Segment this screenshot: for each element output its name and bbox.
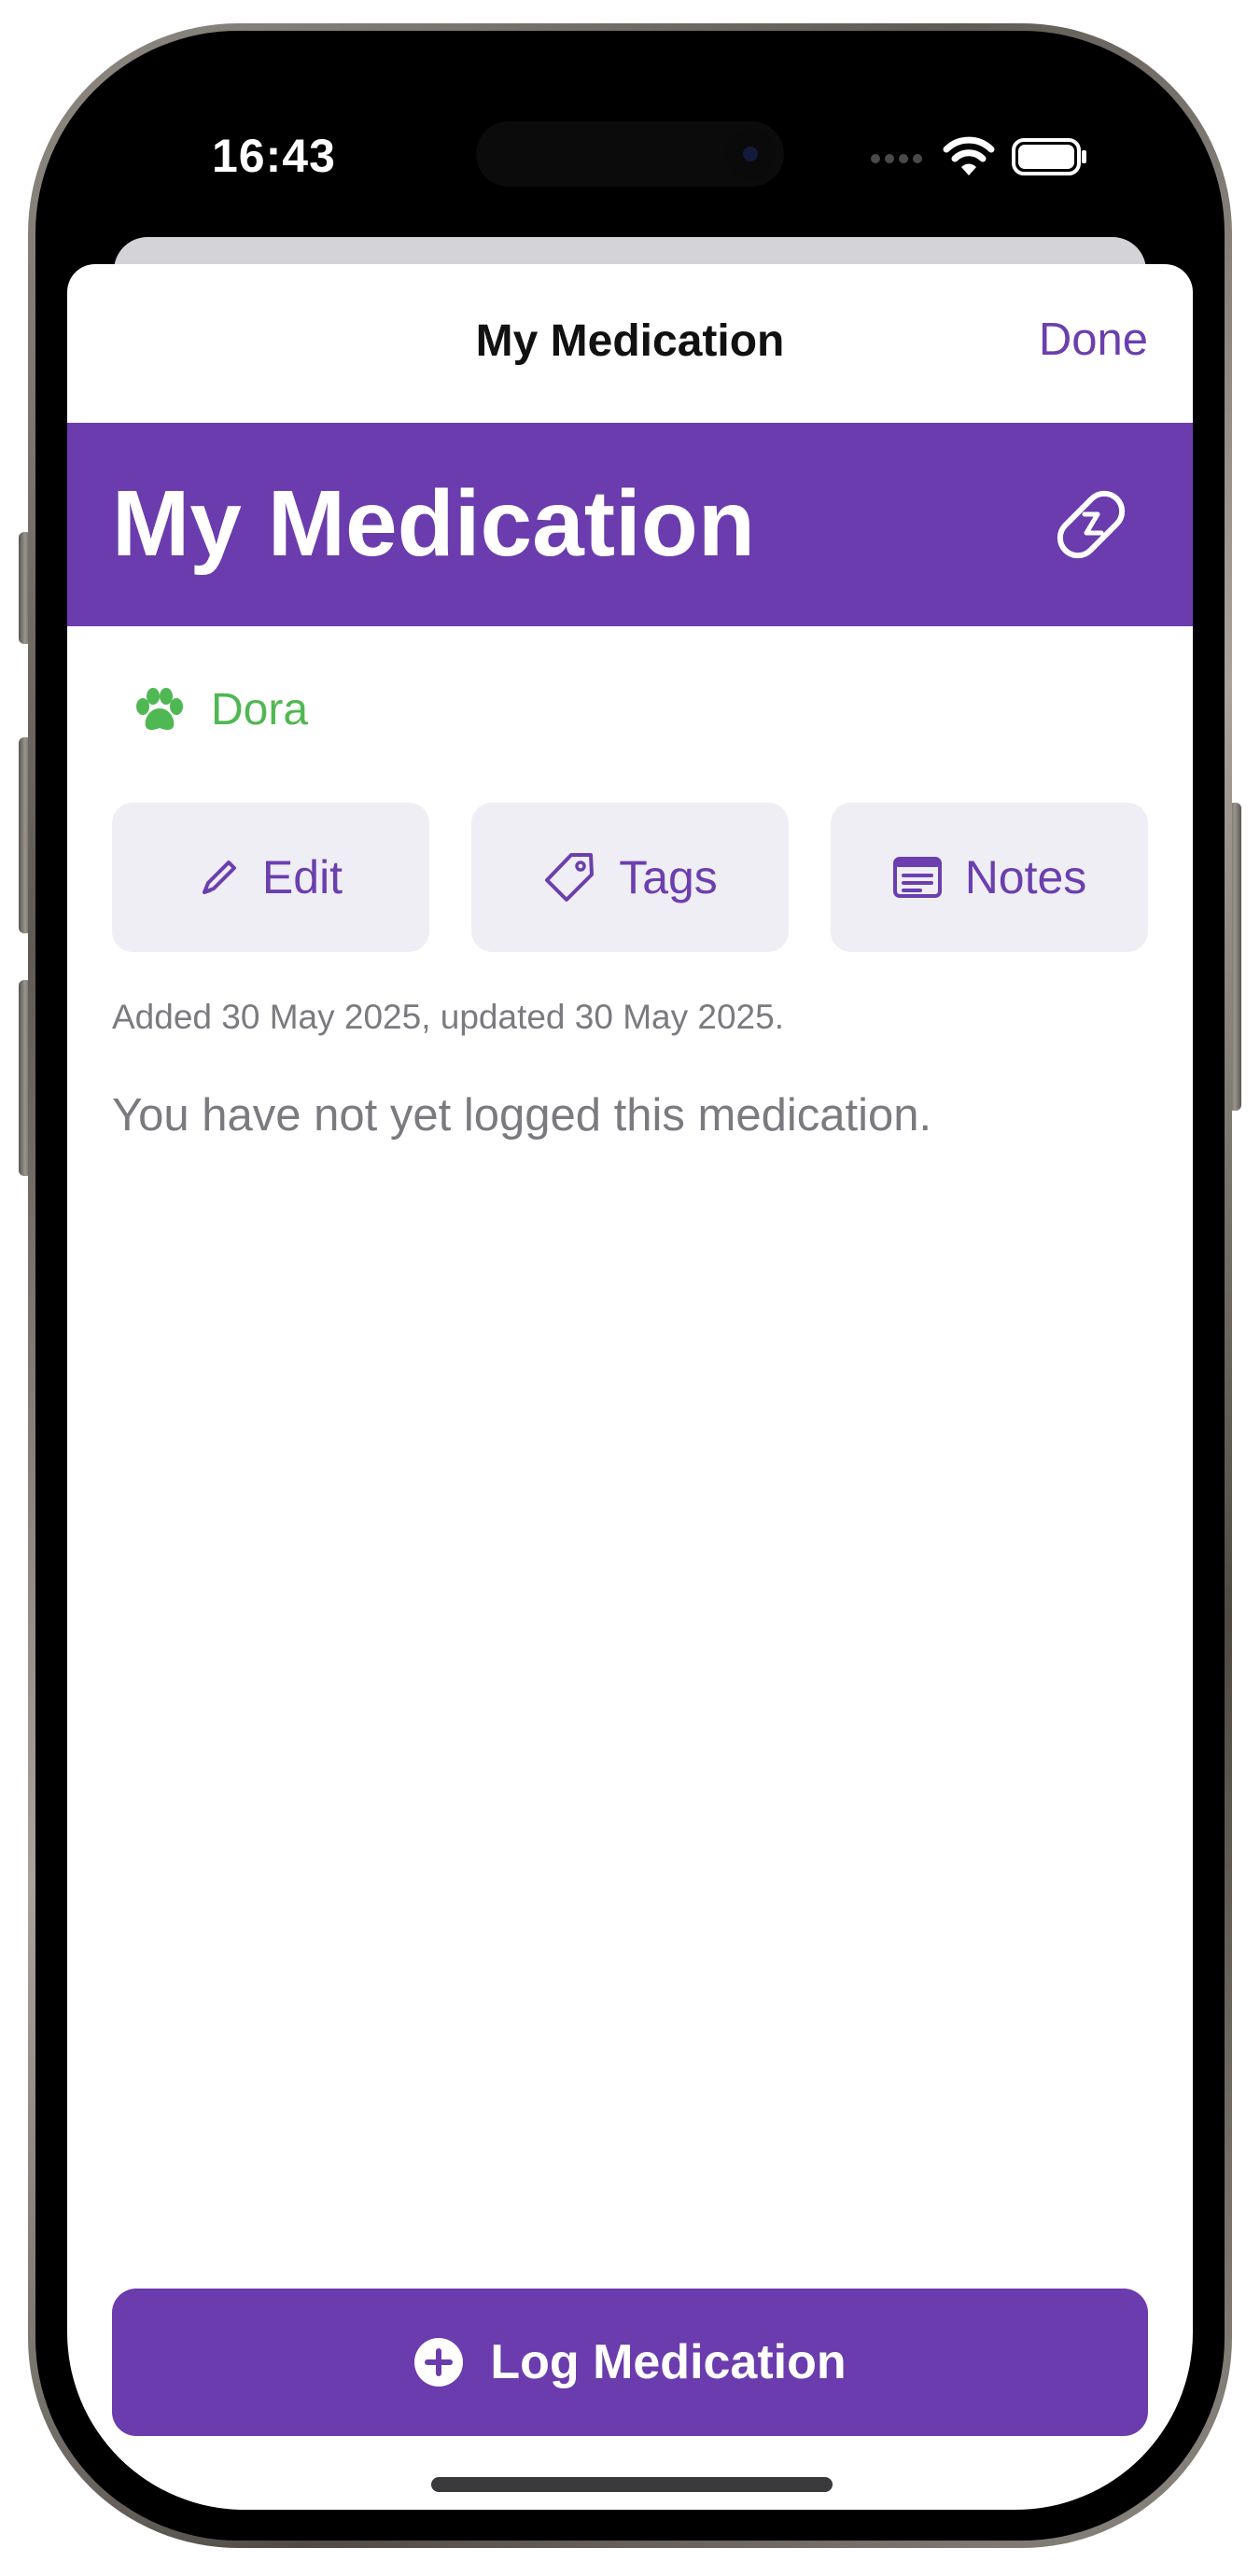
tags-label: Tags [619,851,718,903]
front-camera [725,129,776,179]
plus-circle-icon [414,2338,464,2387]
page-title: My Medication [112,471,755,576]
notes-icon [892,857,942,898]
status-time: 16:43 [212,130,336,182]
medication-header: My Medication [67,423,1193,626]
pencil-icon [202,861,236,894]
edit-button[interactable]: Edit [112,803,429,952]
medication-sheet: My Medication Done My Medication Dora Ed… [67,264,1193,2510]
screen: 16:43 My Medication Done My Medication D… [67,63,1193,2510]
tags-button[interactable]: Tags [471,803,789,952]
done-button[interactable]: Done [1039,314,1148,366]
paw-icon [136,687,183,730]
edit-label: Edit [261,851,343,903]
pill-icon [1057,490,1126,559]
battery-icon [1012,138,1086,175]
log-medication-label: Log Medication [490,2335,847,2389]
added-updated-text: Added 30 May 2025, updated 30 May 2025. [112,998,784,1036]
pet-row[interactable]: Dora [134,684,308,735]
pet-name: Dora [211,685,309,735]
notes-button[interactable]: Notes [831,803,1148,952]
navigation-bar: My Medication Done [67,264,1193,423]
device-screenshot: 16:43 My Medication Done My Medication D… [0,0,1260,2576]
status-icons [870,136,1088,177]
wifi-icon [943,136,995,175]
notes-label: Notes [964,851,1087,903]
home-indicator[interactable] [431,2477,833,2492]
log-medication-button[interactable]: Log Medication [112,2289,1148,2436]
cellular-signal-icon [871,154,922,163]
tag-icon [545,853,595,902]
nav-title: My Medication [475,316,785,366]
empty-log-message: You have not yet logged this medication. [112,1090,932,1141]
action-row: Edit Tags Notes [112,803,1148,952]
